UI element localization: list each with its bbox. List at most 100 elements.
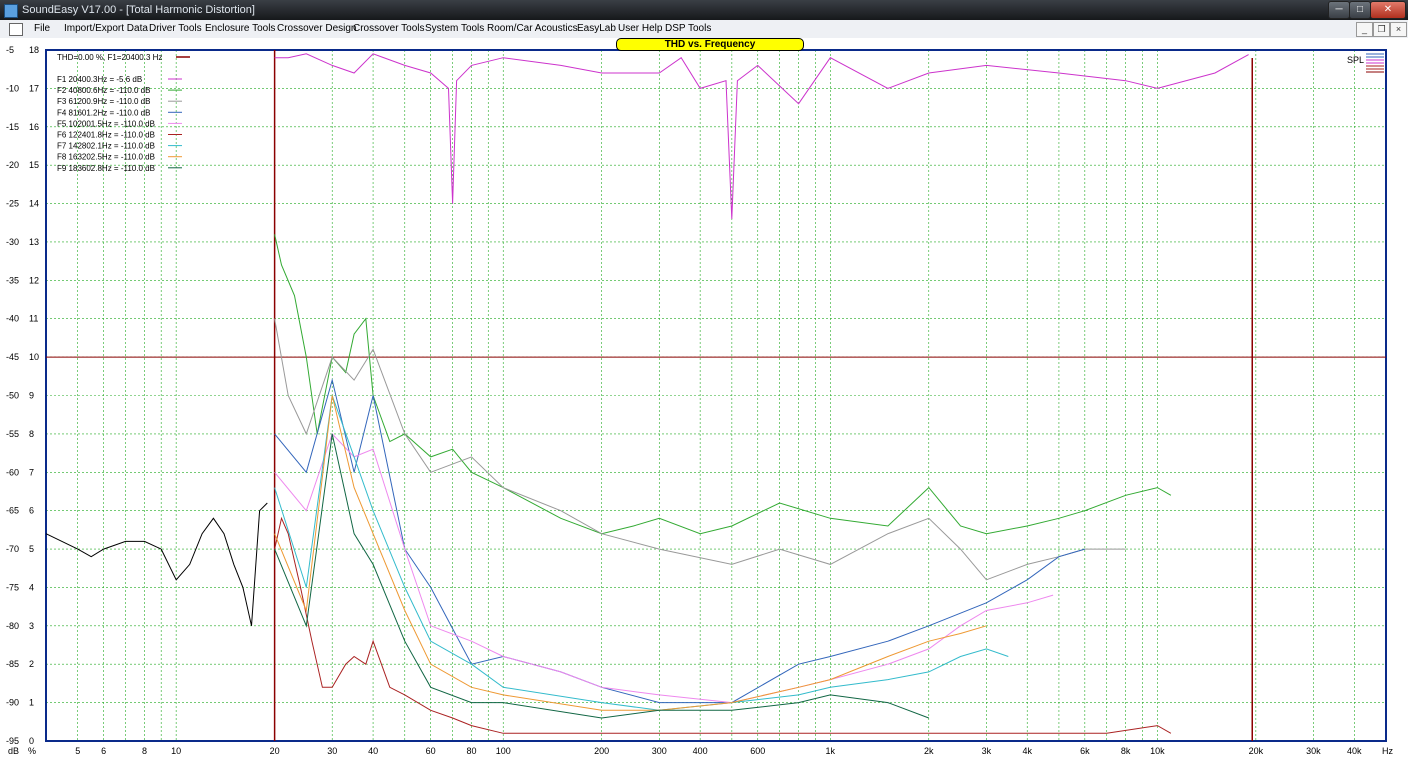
y-tick-label-percent: 10 <box>29 352 39 362</box>
y-tick-label-db: -80 <box>6 621 19 631</box>
y-tick-label-db: -60 <box>6 467 19 477</box>
x-tick-label: 5 <box>75 746 80 756</box>
y-tick-label-db: -75 <box>6 582 19 592</box>
y-tick-label-percent: 2 <box>29 659 34 669</box>
y-tick-label-db: -45 <box>6 352 19 362</box>
y-tick-label-percent: 3 <box>29 621 34 631</box>
y-tick-label-percent: 18 <box>29 45 39 55</box>
x-tick-label: 60 <box>426 746 436 756</box>
y-tick-label-percent: 15 <box>29 160 39 170</box>
legend-label: F3 61200.9Hz = -110.0 dB <box>57 97 150 106</box>
series-line-f1 <box>274 53 1249 219</box>
y-tick-label-percent: 17 <box>29 83 39 93</box>
menu-enclosure-tools[interactable]: Enclosure Tools <box>205 23 275 34</box>
legend-label: F2 40800.6Hz = -110.0 dB <box>57 86 150 95</box>
y-tick-label-db: -20 <box>6 160 19 170</box>
legend-label: F5 102001.5Hz = -110.0 dB <box>57 119 155 128</box>
plot-area: -5 18 -10 17 -15 16 -20 15 -25 14 -30 13 -35 12 -40 11-… <box>0 38 1408 763</box>
legend-label: F6 122401.8Hz = -110.0 dB <box>57 131 155 140</box>
y-tick-label-percent: 8 <box>29 429 34 439</box>
y-tick-label-percent: 12 <box>29 275 39 285</box>
x-tick-label: 6k <box>1080 746 1090 756</box>
x-tick-label: 30 <box>327 746 337 756</box>
legend-label: F7 142802.1Hz = -110.0 dB <box>57 142 155 151</box>
menu-user-help[interactable]: User Help <box>618 23 662 34</box>
x-tick-label: 8k <box>1121 746 1131 756</box>
x-tick-label: 100 <box>496 746 511 756</box>
series-line-f5 <box>274 432 1054 704</box>
menu-dsp-tools[interactable]: DSP Tools <box>665 23 711 34</box>
x-tick-label: 6 <box>101 746 106 756</box>
series-line-f7 <box>274 395 1009 711</box>
y-tick-label-db: -90 <box>6 698 19 708</box>
legend-label: F9 183602.8Hz = -110.0 dB <box>57 164 155 173</box>
y-tick-label-percent: 6 <box>29 506 34 516</box>
minimize-button[interactable]: ─ <box>1328 1 1350 19</box>
mdi-restore-button[interactable]: ❐ <box>1373 22 1390 37</box>
menu-driver-tools[interactable]: Driver Tools <box>149 23 202 34</box>
y-axis-unit-percent: % <box>28 746 36 756</box>
x-axis-label: Hz <box>1382 746 1393 756</box>
y-tick-label-db: -70 <box>6 544 19 554</box>
x-tick-label: 20k <box>1249 746 1264 756</box>
x-tick-label: 300 <box>652 746 667 756</box>
y-tick-label-percent: 14 <box>29 199 39 209</box>
x-tick-label: 30k <box>1306 746 1321 756</box>
y-tick-label-db: -50 <box>6 391 19 401</box>
series-line-thd-low <box>45 502 268 626</box>
y-tick-label-percent: 1 <box>29 698 34 708</box>
y-axis-unit-db: dB <box>8 746 19 756</box>
y-tick-label-percent: 5 <box>29 544 34 554</box>
mdi-minimize-button[interactable]: _ <box>1356 22 1373 37</box>
x-tick-label: 10k <box>1150 746 1165 756</box>
mdi-close-button[interactable]: × <box>1390 22 1407 37</box>
x-tick-label: 200 <box>594 746 609 756</box>
x-tick-label: 8 <box>142 746 147 756</box>
menu-file[interactable]: File <box>34 23 50 34</box>
menu-easylab[interactable]: EasyLab <box>577 23 616 34</box>
menu-room-car-acoustics[interactable]: Room/Car Acoustics <box>487 23 578 34</box>
y-tick-label-db: -40 <box>6 314 19 324</box>
document-icon[interactable] <box>9 23 23 36</box>
menu-system-tools[interactable]: System Tools <box>425 23 484 34</box>
y-tick-label-db: -5 <box>6 45 14 55</box>
x-tick-label: 400 <box>693 746 708 756</box>
title-bar: SoundEasy V17.00 - [Total Harmonic Disto… <box>0 0 1408 20</box>
x-tick-label: 10 <box>171 746 181 756</box>
menu-import-export-data[interactable]: Import/Export Data <box>64 23 148 34</box>
legend-label: F4 81601.2Hz = -110.0 dB <box>57 108 150 117</box>
series-line-f4 <box>274 378 1085 704</box>
spl-label: SPL <box>1347 55 1364 65</box>
y-tick-label-db: -10 <box>6 83 19 93</box>
y-tick-label-db: -55 <box>6 429 19 439</box>
close-button[interactable]: ✕ <box>1370 1 1406 19</box>
x-tick-label: 3k <box>982 746 992 756</box>
y-tick-label-db: -85 <box>6 659 19 669</box>
y-tick-label-db: -30 <box>6 237 19 247</box>
x-tick-label: 1k <box>826 746 836 756</box>
legend-header: THD=0.00 %, F1=20400.3 Hz <box>57 53 162 62</box>
y-tick-label-percent: 0 <box>29 736 34 746</box>
menu-crossover-tools[interactable]: Crossover Tools <box>353 23 425 34</box>
thd-chart: -5 18-10 17-15 16-20 15-25 14-30 13-35 12-40 11-… <box>6 45 1393 756</box>
y-tick-label-db: -35 <box>6 275 19 285</box>
y-tick-label-percent: 16 <box>29 122 39 132</box>
y-tick-label-percent: 7 <box>29 467 34 477</box>
menu-bar: File Import/Export Data Driver Tools Enc… <box>0 20 1408 39</box>
legend-label: F1 20400.3Hz = -5.6 dB <box>57 75 142 84</box>
window-title: SoundEasy V17.00 - [Total Harmonic Disto… <box>22 4 255 16</box>
x-tick-label: 2k <box>924 746 934 756</box>
x-tick-label: 600 <box>750 746 765 756</box>
x-tick-label: 40 <box>368 746 378 756</box>
x-tick-label: 80 <box>467 746 477 756</box>
maximize-button[interactable]: □ <box>1349 1 1371 19</box>
y-tick-label-db: -15 <box>6 122 19 132</box>
y-tick-label-db: -65 <box>6 506 19 516</box>
x-tick-label: 4k <box>1022 746 1032 756</box>
series-line-f2 <box>274 234 1172 535</box>
menu-crossover-design[interactable]: Crossover Design <box>277 23 356 34</box>
y-tick-label-db: -25 <box>6 199 19 209</box>
legend-label: F8 163202.5Hz = -110.0 dB <box>57 153 155 162</box>
chart-title: THD vs. Frequency <box>616 38 804 51</box>
x-tick-label: 40k <box>1347 746 1362 756</box>
